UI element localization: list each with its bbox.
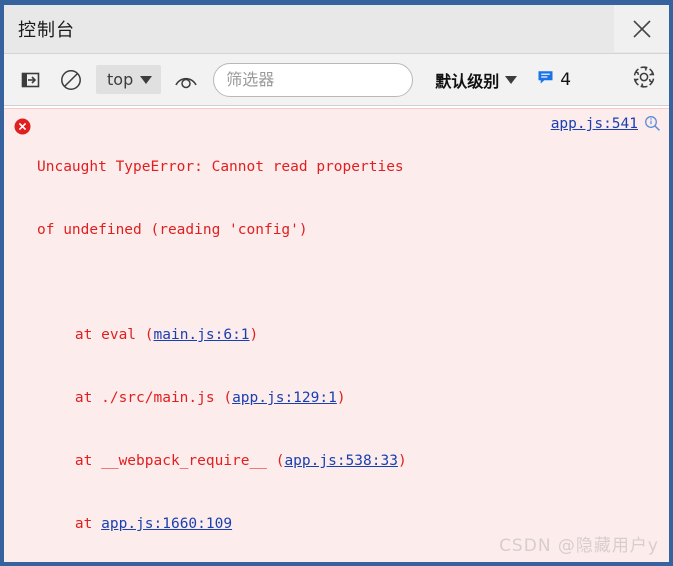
- stack-frame[interactable]: at ./src/main.js (app.js:129:1): [40, 388, 659, 409]
- console-message-list[interactable]: Uncaught TypeError: Cannot read properti…: [4, 106, 669, 562]
- stack-frame[interactable]: at eval (main.js:6:1): [40, 325, 659, 346]
- stack-frame-link: app.js:1660:109: [101, 516, 233, 532]
- page-title: 控制台: [18, 20, 75, 41]
- stack-frame-link: main.js:6:1: [153, 327, 250, 343]
- console-toolbar: top 默认级别 4: [4, 54, 669, 106]
- stack-frame[interactable]: at app.js:1660:109: [40, 514, 659, 535]
- execution-context-select[interactable]: top: [96, 65, 162, 94]
- titlebar: 控制台: [4, 5, 669, 54]
- chevron-down-icon: [140, 75, 153, 84]
- chevron-down-icon: [505, 75, 518, 84]
- settings-button[interactable]: [627, 63, 661, 97]
- console-window: 控制台 top 筛选器 默认级别 4 Uncaught TypeError: C…: [0, 0, 673, 566]
- gear-icon: [631, 64, 657, 95]
- error-source: app.js:541: [543, 116, 661, 137]
- live-expression-icon[interactable]: [171, 65, 201, 95]
- error-stack-trace: at eval (main.js:6:1) at ./src/main.js (…: [4, 283, 669, 562]
- close-icon: [631, 18, 653, 40]
- execution-context-value: top: [107, 70, 134, 89]
- log-level-select[interactable]: 默认级别: [435, 68, 518, 92]
- magnifier-info-icon[interactable]: [644, 115, 661, 137]
- speech-bubble-icon: [537, 69, 554, 91]
- console-error-entry[interactable]: Uncaught TypeError: Cannot read properti…: [4, 108, 669, 562]
- message-count-value: 4: [560, 69, 572, 90]
- error-message-text: Uncaught TypeError: Cannot read properti…: [37, 159, 404, 238]
- log-level-value: 默认级别: [435, 71, 500, 91]
- stack-frame-link: app.js:538:33: [284, 453, 398, 469]
- no-entry-icon[interactable]: [56, 65, 86, 95]
- filter-input[interactable]: [213, 62, 414, 97]
- stack-frame-link: app.js:129:1: [232, 390, 337, 406]
- source-link[interactable]: app.js:541: [551, 116, 638, 132]
- close-button[interactable]: [614, 5, 669, 52]
- error-header: Uncaught TypeError: Cannot read properti…: [4, 115, 669, 283]
- clear-console-icon[interactable]: [16, 65, 46, 95]
- message-count-badge[interactable]: 4: [537, 69, 571, 91]
- error-circle-icon: [14, 118, 31, 140]
- stack-frame[interactable]: at __webpack_require__ (app.js:538:33): [40, 451, 659, 472]
